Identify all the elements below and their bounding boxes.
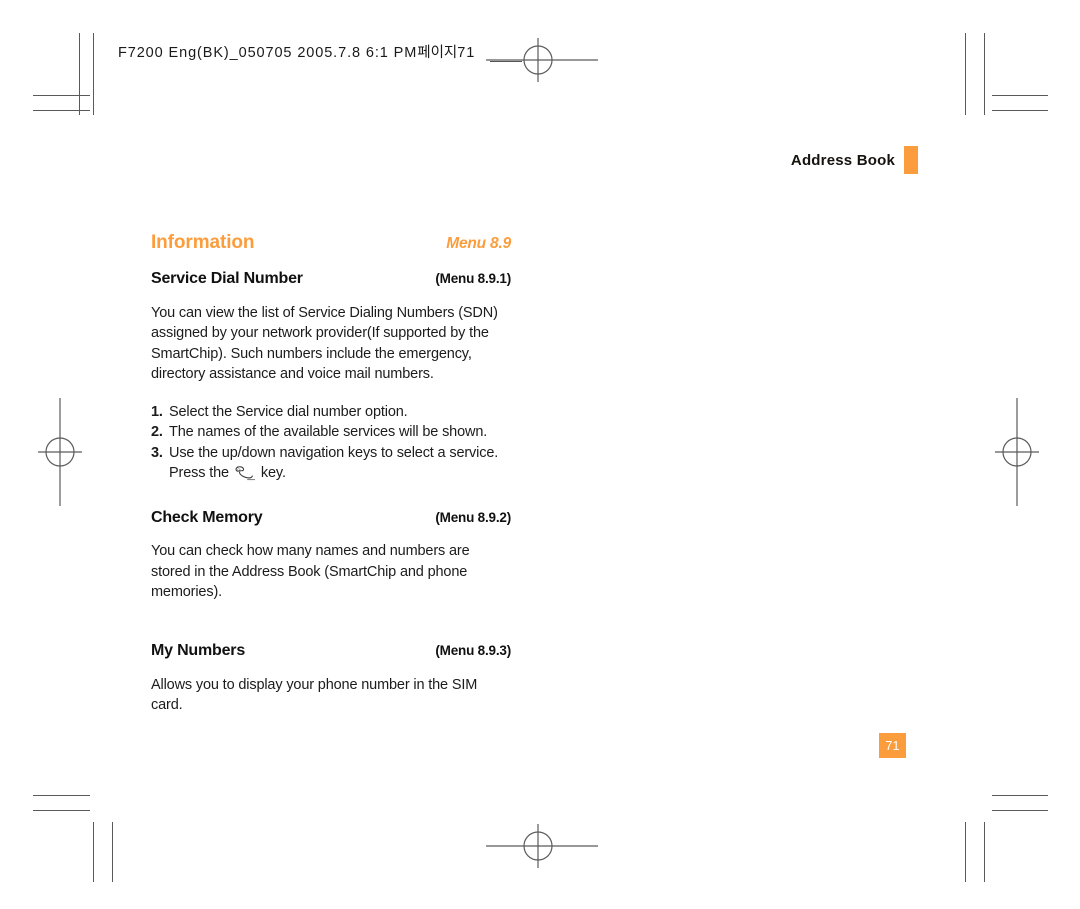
- crop-mark-bottom-left-outer: [93, 822, 94, 882]
- send-key-icon: [234, 465, 256, 481]
- crop-mark-right-top-upper: [992, 95, 1048, 96]
- page-number-badge: 71: [879, 733, 906, 758]
- running-head: Address Book: [791, 146, 918, 174]
- crop-mark-right-bottom-upper: [992, 795, 1048, 796]
- subsection-heading-service-dial-number: Service Dial Number (Menu 8.9.1): [151, 270, 511, 288]
- crop-mark-bottom-right-inner: [965, 822, 966, 882]
- registration-mark-left: [36, 398, 84, 506]
- step-number: 1.: [151, 403, 163, 420]
- subsection-title: Check Memory: [151, 508, 263, 526]
- step-text: The names of the available services will…: [169, 424, 488, 440]
- list-item: 1. Select the Service dial number option…: [151, 402, 511, 423]
- list-item: 3. Use the up/down navigation keys to se…: [151, 443, 511, 484]
- subsection-menu-code: (Menu 8.9.2): [435, 509, 511, 525]
- list-item: 2. The names of the available services w…: [151, 422, 511, 443]
- section-menu-code: Menu 8.9: [446, 235, 511, 252]
- subsection-body-my-numbers: Allows you to display your phone number …: [151, 676, 478, 714]
- subsection-title: Service Dial Number: [151, 270, 303, 287]
- step-continuation-before: Press the: [169, 465, 229, 481]
- subsection-heading-check-memory: Check Memory (Menu 8.9.2): [151, 509, 511, 527]
- slug-page-number: 71: [457, 45, 476, 61]
- section-heading: Information Menu 8.9: [151, 232, 511, 254]
- prepress-slug-line: F7200 Eng(BK)_050705 2005.7.8 6:1 PM페이지7…: [118, 41, 475, 62]
- crop-mark-left-top-lower: [33, 110, 90, 111]
- crop-mark-left-bottom-upper: [33, 795, 90, 796]
- step-number: 3.: [151, 444, 163, 461]
- subsection-body-service-dial-number: You can view the list of Service Dialing…: [151, 304, 498, 383]
- crop-mark-bottom-left-inner: [112, 822, 113, 882]
- subsection-body-check-memory: You can check how many names and numbers…: [151, 543, 470, 600]
- slug-underline-rule: [490, 61, 522, 62]
- step-continuation: Press the key.: [169, 463, 286, 484]
- registration-mark-bottom: [486, 822, 598, 870]
- crop-mark-top-left-inner: [93, 33, 94, 115]
- crop-mark-top-right-inner: [965, 33, 966, 115]
- crop-mark-left-top-upper: [33, 95, 90, 96]
- subsection-menu-code: (Menu 8.9.3): [435, 643, 511, 658]
- slug-korean-page-label: 페이지: [417, 45, 458, 61]
- subsection-title: My Numbers: [151, 642, 246, 659]
- crop-mark-bottom-right-outer: [984, 822, 985, 882]
- step-text: Use the up/down navigation keys to selec…: [169, 444, 499, 461]
- subsection-heading-my-numbers: My Numbers (Menu 8.9.3): [151, 642, 511, 660]
- running-head-label: Address Book: [790, 151, 895, 169]
- crop-mark-top-left-outer: [79, 33, 80, 115]
- page-content: Information Menu 8.9 Service Dial Number…: [151, 232, 511, 730]
- registration-mark-top: [486, 36, 598, 84]
- step-number: 2.: [151, 424, 163, 440]
- registration-mark-right: [993, 398, 1041, 506]
- crop-mark-top-right-outer: [984, 33, 985, 115]
- crop-mark-left-bottom-lower: [33, 810, 90, 811]
- crop-mark-right-bottom-lower: [992, 810, 1048, 811]
- slug-filename-date: F7200 Eng(BK)_050705 2005.7.8 6:1 PM: [118, 45, 418, 61]
- running-head-accent-tab: [904, 146, 918, 174]
- crop-mark-right-top-lower: [992, 110, 1048, 111]
- step-list: 1. Select the Service dial number option…: [151, 402, 511, 484]
- step-continuation-after: key.: [260, 465, 286, 481]
- step-text: Select the Service dial number option.: [169, 403, 408, 420]
- subsection-menu-code: (Menu 8.9.1): [435, 271, 511, 286]
- section-title: Information: [151, 232, 255, 253]
